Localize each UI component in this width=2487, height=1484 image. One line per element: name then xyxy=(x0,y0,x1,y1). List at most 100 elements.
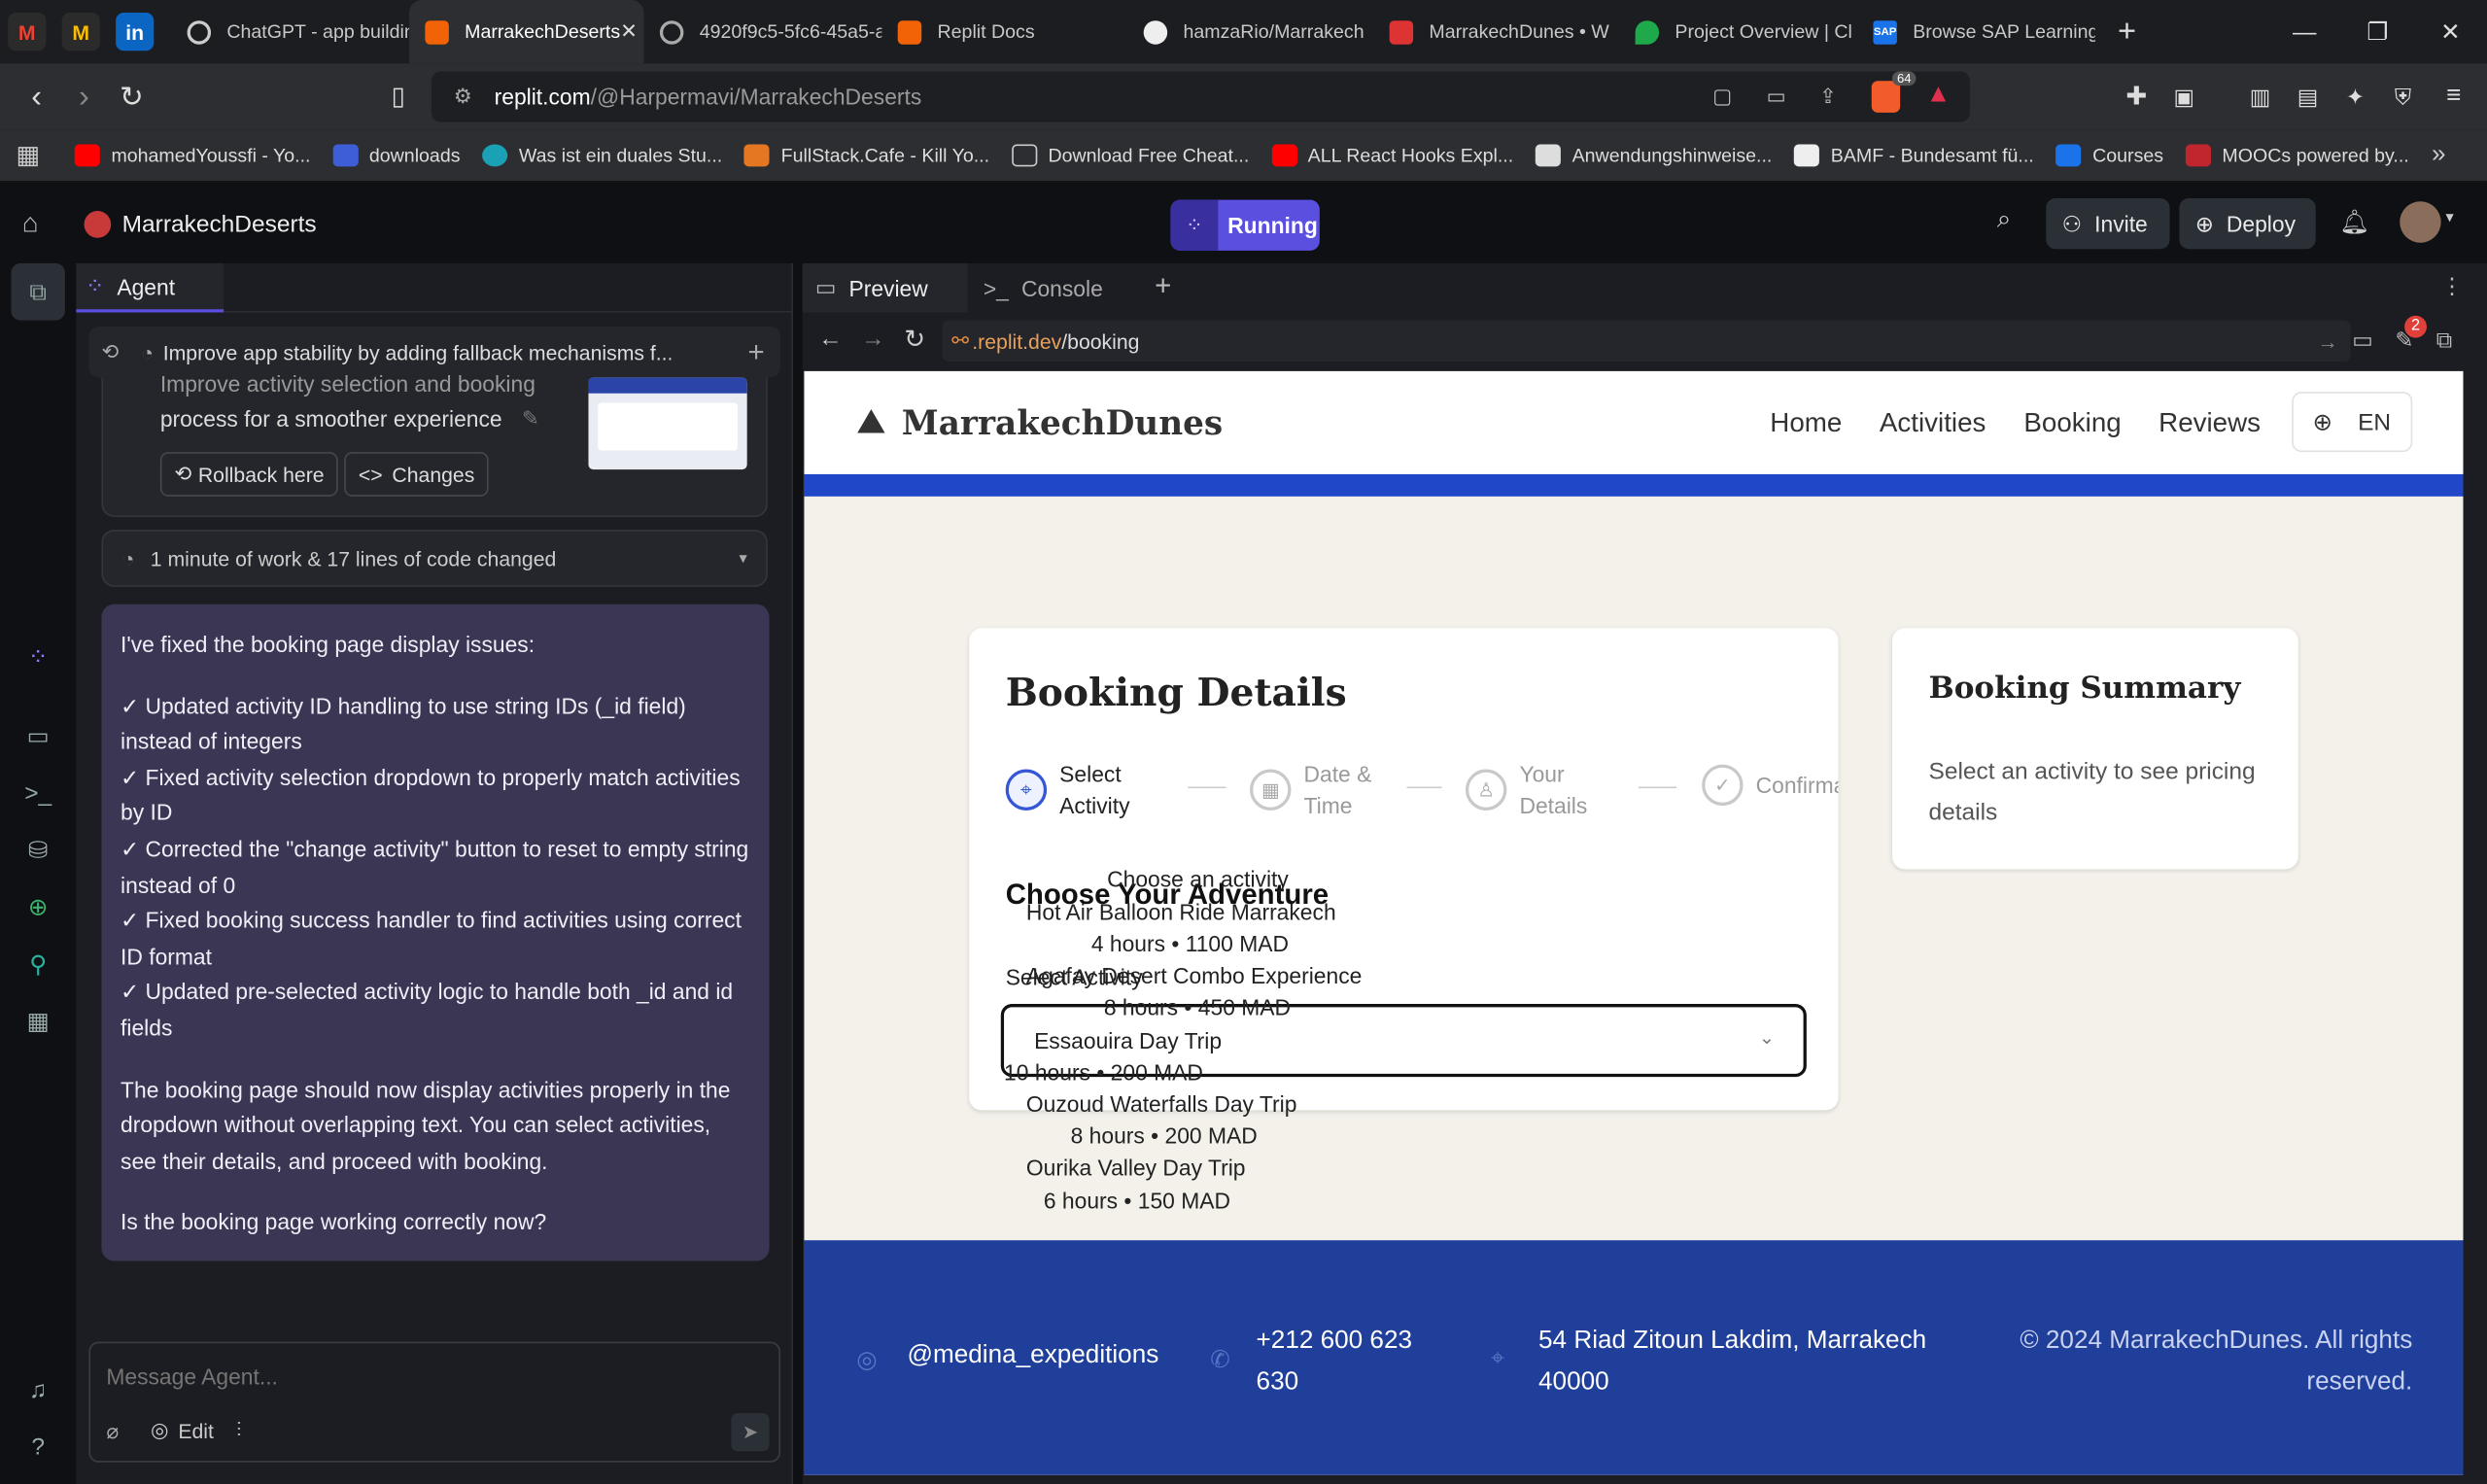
site-logo[interactable]: ⛰︎ MarrakechDunes xyxy=(856,401,1223,442)
nav-booking[interactable]: Booking xyxy=(2023,407,2121,439)
site-info-icon[interactable]: ⚙ xyxy=(454,84,472,109)
menu-icon[interactable]: ≡ xyxy=(2430,73,2477,121)
footer-phone[interactable]: +212 600 623 630 xyxy=(1257,1321,1432,1403)
reload-icon[interactable]: ↻ xyxy=(108,73,155,121)
open-new-window-icon[interactable]: ⧉ xyxy=(2436,327,2452,354)
console-tab[interactable]: >_ Console xyxy=(971,263,1136,313)
edit-mode-button[interactable]: ◎ Edit xyxy=(151,1418,214,1443)
browser-tab[interactable]: Project Overview | Cl xyxy=(1619,0,1857,63)
browser-tab[interactable]: SAP Browse SAP Learning xyxy=(1857,0,2095,63)
message-input[interactable] xyxy=(106,1359,742,1395)
leo-ai-icon[interactable]: ✦ xyxy=(2332,73,2379,121)
bookmark[interactable]: Download Free Cheat... xyxy=(1011,144,1249,167)
help-icon[interactable]: ? xyxy=(0,1418,76,1475)
shell-icon[interactable]: >_ xyxy=(0,765,76,822)
address-bar[interactable]: ⚙ replit.com/@Harpermavi/MarrakechDesert… xyxy=(431,71,1970,122)
search-icon[interactable]: ⌕ xyxy=(1997,206,2012,234)
browser-tab[interactable]: Replit Docs xyxy=(881,0,1127,63)
agent-icon[interactable]: ⁘ xyxy=(0,628,76,685)
notifications-icon[interactable]: ♫ xyxy=(0,1361,76,1418)
settings-sliders-icon[interactable]: ⫶ xyxy=(236,1418,241,1443)
nav-home[interactable]: Home xyxy=(1770,407,1842,439)
wallet-icon[interactable]: ▤ xyxy=(2284,73,2332,121)
thread-header[interactable]: ⟲ ◔ Improve app stability by adding fall… xyxy=(88,327,780,378)
send-icon[interactable]: ➤ xyxy=(731,1413,770,1452)
language-switcher[interactable]: ⊕ EN xyxy=(2292,392,2413,453)
back-icon[interactable]: ‹ xyxy=(13,73,60,121)
extensions-icon[interactable]: ✚ xyxy=(2113,73,2160,121)
nav-activities[interactable]: Activities xyxy=(1880,407,1986,439)
bookmark[interactable]: MOOCs powered by... xyxy=(2185,144,2409,167)
activity-option[interactable]: Agafay Desert Combo Experience xyxy=(1026,963,1362,988)
user-avatar[interactable] xyxy=(2400,201,2441,243)
preview-tab[interactable]: ▭ Preview xyxy=(802,262,968,313)
reload-icon[interactable]: ↻ xyxy=(904,324,925,356)
deploy-button[interactable]: ⊕ Deploy xyxy=(2179,198,2316,250)
browser-tab[interactable]: MarrakechDunes • W xyxy=(1373,0,1619,63)
minimize-button[interactable]: — xyxy=(2268,0,2341,63)
preview-url-input[interactable]: ⚯ .replit.dev/booking → xyxy=(942,320,2351,362)
activity-option[interactable]: Ouzoud Waterfalls Day Trip xyxy=(1026,1091,1297,1117)
bookmark[interactable]: Courses xyxy=(2055,144,2163,167)
reader-icon[interactable]: ▣ xyxy=(2160,73,2208,121)
project-name[interactable]: MarrakechDeserts xyxy=(122,211,317,238)
nav-reviews[interactable]: Reviews xyxy=(2159,407,2261,439)
forward-icon[interactable]: → xyxy=(861,326,884,353)
agent-tab[interactable]: ⁘ Agent xyxy=(76,262,225,313)
share-icon[interactable]: ⇪ xyxy=(1819,84,1837,109)
pinned-tab-linkedin[interactable]: in xyxy=(108,0,161,63)
all-tools-icon[interactable]: ▦ xyxy=(0,993,76,1051)
files-icon[interactable]: ⧉ xyxy=(11,262,65,321)
webview-icon[interactable]: ▭ xyxy=(0,707,76,765)
chevron-down-icon[interactable]: ▾ xyxy=(739,549,746,567)
pinned-tab-gmail[interactable]: M xyxy=(0,0,53,63)
invite-button[interactable]: ⚇ Invite xyxy=(2046,198,2170,250)
dropdown-placeholder[interactable]: Choose an activity xyxy=(1107,866,1289,891)
vpn-icon[interactable]: ⛨ xyxy=(2379,73,2427,121)
bookmark[interactable]: BAMF - Bundesamt fü... xyxy=(1794,144,2034,167)
browser-tab[interactable]: ChatGPT - app buildin xyxy=(171,0,409,63)
work-summary-row[interactable]: ◔ 1 minute of work & 17 lines of code ch… xyxy=(101,530,768,587)
activity-option[interactable]: Hot Air Balloon Ride Marrakech xyxy=(1026,899,1336,924)
attach-icon[interactable]: ⌀ xyxy=(106,1420,119,1445)
clipboard-icon[interactable]: ▢ xyxy=(1712,84,1732,109)
deployments-icon[interactable]: ⊕ xyxy=(0,879,76,936)
brave-shield-icon[interactable] xyxy=(1871,81,1901,113)
changes-button[interactable]: <> Changes xyxy=(344,452,490,497)
new-thread-icon[interactable]: + xyxy=(747,335,764,368)
bell-icon[interactable]: 🔔︎ xyxy=(2339,208,2369,236)
run-status-button[interactable]: ⁘ Running xyxy=(1170,199,1320,251)
go-arrow-icon[interactable]: → xyxy=(2317,329,2337,353)
home-icon[interactable]: ⌂ xyxy=(22,208,39,240)
activity-option[interactable]: Essaouira Day Trip xyxy=(1034,1028,1222,1053)
apps-grid-icon[interactable]: ▦ xyxy=(16,140,40,172)
close-tab-icon[interactable]: ✕ xyxy=(620,19,638,45)
users-icon[interactable]: ⚲ xyxy=(0,936,76,993)
more-bookmarks-icon[interactable]: » xyxy=(2432,141,2446,169)
bookmark-icon[interactable]: ▯ xyxy=(374,73,422,121)
browser-tab[interactable]: hamzaRio/Marrakech xyxy=(1127,0,1373,63)
bookmark[interactable]: Was ist ein duales Stu... xyxy=(482,144,722,167)
cast-icon[interactable]: ▭ xyxy=(1767,84,1786,109)
history-icon[interactable]: ⟲ xyxy=(101,339,119,364)
browser-tab-active[interactable]: MarrakechDeserts ✕ xyxy=(409,0,644,64)
bookmark[interactable]: ALL React Hooks Expl... xyxy=(1271,144,1513,167)
footer-instagram[interactable]: @medina_expeditions xyxy=(908,1342,1159,1370)
pinned-tab-gmail-2[interactable]: M xyxy=(53,0,107,63)
bookmark[interactable]: FullStack.Cafe - Kill Yo... xyxy=(744,144,989,167)
chevron-down-icon[interactable]: ▾ xyxy=(2446,209,2454,226)
bookmark[interactable]: Anwendungshinweise... xyxy=(1536,144,1772,167)
more-options-icon[interactable]: ⋮ xyxy=(2441,273,2464,300)
sidebar-icon[interactable]: ▥ xyxy=(2236,73,2284,121)
new-pane-tab-icon[interactable]: + xyxy=(1155,269,1171,302)
forward-icon[interactable]: › xyxy=(60,73,108,121)
brave-rewards-icon[interactable]: ▲ xyxy=(1926,81,1952,109)
checkpoint-thumbnail[interactable] xyxy=(588,377,747,470)
activity-option[interactable]: Ourika Valley Day Trip xyxy=(1026,1155,1246,1180)
rollback-button[interactable]: ⟲ Rollback here xyxy=(159,452,339,497)
back-icon[interactable]: ← xyxy=(818,326,842,353)
new-tab-button[interactable]: + xyxy=(2095,14,2159,51)
close-window-button[interactable]: ✕ xyxy=(2414,0,2487,63)
database-icon[interactable]: ⛁ xyxy=(0,821,76,879)
bookmark[interactable]: downloads xyxy=(332,144,461,167)
